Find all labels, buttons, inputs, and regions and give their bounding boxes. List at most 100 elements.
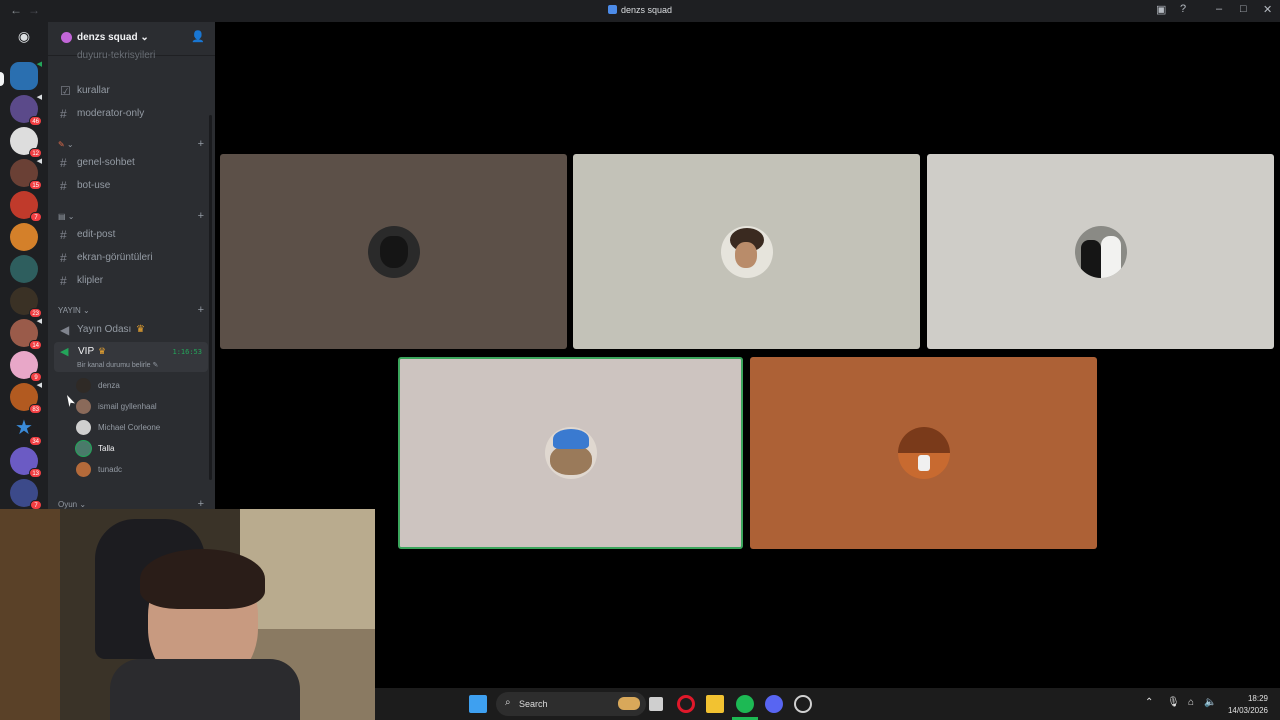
server-icon[interactable]: 9	[10, 351, 42, 382]
participant-avatar	[897, 427, 950, 479]
participant-avatar	[367, 225, 420, 278]
mention-badge: 7	[30, 212, 42, 222]
taskbar-search[interactable]: ⌕ Search	[496, 692, 646, 716]
voice-member[interactable]: ismail gyllenhaal	[76, 396, 206, 416]
voice-channel-yayin-odasi[interactable]: ◀ Yayın Odası ♛	[58, 320, 206, 340]
server-icon[interactable]: 7	[10, 191, 42, 222]
add-channel-icon[interactable]: +	[198, 304, 204, 316]
avatar	[76, 420, 91, 435]
voice-member[interactable]: Michael Corleone	[76, 417, 206, 437]
voice-tile[interactable]	[573, 154, 920, 349]
microphone-icon[interactable]: 🎙	[1167, 697, 1180, 708]
sky	[897, 427, 950, 453]
category-media[interactable]: ▤ ⌄ +	[58, 210, 206, 222]
face	[734, 241, 757, 268]
figure	[917, 455, 930, 471]
cat-face	[549, 445, 592, 475]
opera-icon[interactable]	[677, 695, 695, 713]
groom-figure	[1080, 239, 1101, 278]
spotify-icon[interactable]	[736, 695, 754, 713]
search-icon: ⌕	[505, 697, 511, 708]
wardrobe	[0, 509, 60, 720]
steam-icon[interactable]	[794, 695, 812, 713]
server-icon[interactable]: 13	[10, 447, 42, 478]
speaker-icon: ◀	[36, 318, 42, 325]
channel-klipler[interactable]: # klipler	[58, 271, 206, 291]
set-channel-status[interactable]: Bir kanal durumu belirle ✎	[77, 361, 158, 369]
cat-silhouette	[379, 235, 408, 268]
voice-tile[interactable]	[750, 357, 1097, 549]
participant-avatar	[1074, 225, 1127, 278]
maximize-icon[interactable]: □	[1240, 3, 1247, 15]
server-icon[interactable]: 7	[10, 479, 42, 510]
server-icon[interactable]: ◀ 14	[10, 318, 42, 350]
voice-member-speaking[interactable]: Talla	[76, 438, 206, 458]
discord-home-icon[interactable]: ◉	[10, 28, 38, 56]
windows-start-icon[interactable]	[469, 695, 487, 713]
speaker-icon: ◀	[60, 346, 69, 358]
network-icon[interactable]: ⌂	[1188, 697, 1194, 708]
inbox-icon[interactable]: ▣	[1156, 3, 1166, 16]
voice-member[interactable]: tunadc	[76, 459, 206, 479]
server-icon[interactable]: 23	[10, 287, 42, 318]
hash-icon: #	[60, 228, 67, 242]
invite-people-icon[interactable]: 👤	[191, 30, 205, 43]
category-yayin[interactable]: YAYIN ⌄ +	[58, 304, 206, 316]
server-icon[interactable]: ◀ 15	[10, 158, 42, 190]
participant-avatar	[720, 225, 773, 278]
taskbar: ⌕ Search ⌃ 🎙 ⌂ 🔈 18:29 14/03/2026	[375, 688, 1280, 720]
server-icon[interactable]: ◀ 83	[10, 382, 42, 414]
shirt	[110, 659, 300, 720]
rules-icon: ☑	[60, 84, 71, 98]
file-explorer-icon[interactable]	[706, 695, 724, 713]
avatar	[76, 399, 91, 414]
hash-icon: #	[60, 156, 67, 170]
hash-icon: #	[60, 179, 67, 193]
server-icon[interactable]: 12	[10, 127, 42, 158]
taskbar-clock[interactable]: 18:29 14/03/2026	[1228, 693, 1268, 717]
minimize-icon[interactable]: –	[1216, 3, 1222, 15]
channel-edit-post[interactable]: # edit-post	[58, 225, 206, 245]
clapper-icon: ▤	[58, 212, 66, 221]
voice-timer: 1:16:53	[172, 348, 202, 356]
server-icon[interactable]: ◀ 46	[10, 94, 42, 126]
mention-badge: 13	[29, 468, 42, 478]
discord-icon[interactable]	[765, 695, 783, 713]
channel-partial[interactable]: duyuru-tekrisyileri	[58, 46, 206, 66]
server-icon[interactable]	[10, 223, 38, 251]
help-icon[interactable]: ?	[1180, 3, 1186, 15]
mention-badge: 15	[29, 180, 42, 190]
selected-server-pill	[0, 72, 4, 86]
channel-bot-use[interactable]: # bot-use	[58, 176, 206, 196]
server-rail: ◉ ◀ ◀ 46 12 ◀ 15 7 23 ◀ 14 9 ◀ 83 ★ 34 13 7	[0, 22, 48, 510]
volume-icon[interactable]: 🔈	[1204, 697, 1216, 708]
category-pencil[interactable]: ✎ ⌄ +	[58, 138, 206, 150]
sidebar-scrollbar[interactable]	[209, 115, 212, 480]
voice-member[interactable]: denza	[76, 375, 206, 395]
voice-tile-speaking[interactable]	[398, 357, 743, 549]
voice-tile[interactable]	[927, 154, 1274, 349]
search-highlight-icon	[618, 697, 640, 710]
server-icon-denzs[interactable]: ◀	[10, 61, 42, 90]
task-view-icon[interactable]	[649, 697, 663, 711]
close-icon[interactable]: ✕	[1263, 3, 1272, 16]
category-oyun[interactable]: Oyun ⌄ +	[58, 498, 206, 510]
channel-moderator-only[interactable]: # moderator-only	[58, 104, 206, 124]
voice-icon: ◀	[36, 61, 42, 68]
server-name[interactable]: denzs squad ⌄	[77, 32, 149, 43]
crown-icon: ♛	[136, 324, 145, 335]
star-server-icon[interactable]: ★ 34	[10, 415, 42, 446]
hash-icon: #	[60, 107, 67, 121]
add-channel-icon[interactable]: +	[198, 138, 204, 150]
add-channel-icon[interactable]: +	[198, 210, 204, 222]
title-bar: ← → denzs squad ▣ ? – □ ✕	[0, 0, 1280, 22]
channel-kurallar[interactable]: ☑ kurallar	[58, 81, 206, 101]
channel-ekran-goruntuleri[interactable]: # ekran-görüntüleri	[58, 248, 206, 268]
chevron-up-icon[interactable]: ⌃	[1145, 697, 1153, 708]
server-icon[interactable]	[10, 255, 38, 283]
channel-genel-sohbet[interactable]: # genel-sohbet	[58, 153, 206, 173]
voice-tile[interactable]	[220, 154, 567, 349]
participant-avatar	[544, 427, 597, 479]
bride-figure	[1100, 235, 1121, 278]
voice-channel-vip[interactable]: ◀ VIP ♛ 1:16:53 Bir kanal durumu belirle…	[54, 342, 208, 372]
